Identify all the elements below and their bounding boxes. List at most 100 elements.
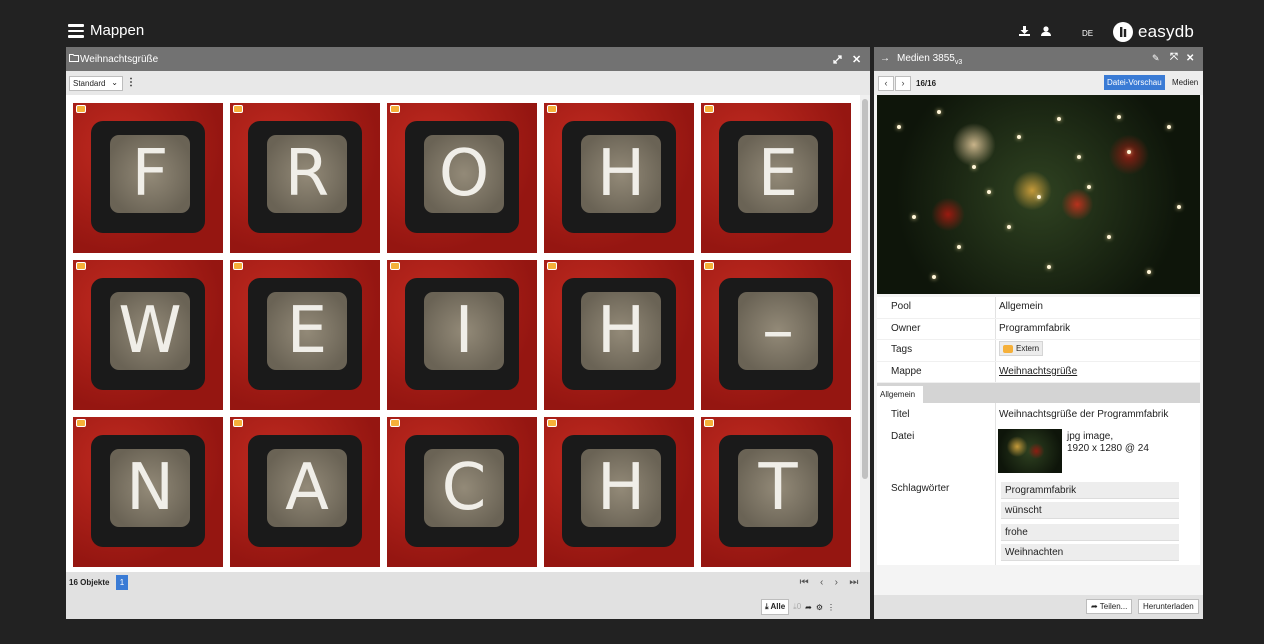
keyword-item: Programmfabrik xyxy=(1001,482,1179,499)
share-icon[interactable]: ➦ xyxy=(805,603,812,612)
extern-tag-icon xyxy=(233,262,243,270)
tab-allgemein[interactable]: Allgemein xyxy=(877,386,923,403)
mappe-link[interactable]: Weihnachtsgrüße xyxy=(999,366,1077,377)
prev-page-icon[interactable]: ‹ xyxy=(820,577,823,588)
extern-tag-icon xyxy=(76,262,86,270)
media-tile[interactable]: C xyxy=(387,417,537,567)
close-icon[interactable]: ✕ xyxy=(852,53,861,66)
detail-navigation: ‹ › 16/16 Datei-Vorschau Medien xyxy=(874,71,1203,95)
share-label: Teilen... xyxy=(1099,602,1128,611)
tile-letter: N xyxy=(126,451,174,525)
download-all-button[interactable]: ⤓ Alle xyxy=(761,599,790,615)
light-sparkle xyxy=(1177,205,1181,209)
extern-tag-icon xyxy=(547,105,557,113)
media-tile[interactable]: T xyxy=(701,417,851,567)
first-page-icon[interactable]: ⏮ xyxy=(800,577,809,588)
page-button[interactable]: 1 xyxy=(116,575,128,590)
owner-label: Owner xyxy=(891,322,921,334)
collection-title: Weihnachtsgrüße xyxy=(80,54,159,65)
footer-actions: ⤓ Alle ⤓0 ➦ ⚙ ⋮ xyxy=(761,599,835,615)
detail-panel: → Medien 3855v3 ✎ ⤧ ✕ ‹ › 16/16 Datei-Vo… xyxy=(874,47,1203,619)
edit-icon[interactable]: ✎ xyxy=(1152,53,1160,64)
image-preview[interactable] xyxy=(877,95,1200,294)
arrow-right-icon[interactable]: → xyxy=(880,53,890,64)
easydb-logo: easydb xyxy=(1112,21,1194,43)
media-tile[interactable]: W xyxy=(73,260,223,410)
tab-media[interactable]: Medien xyxy=(1172,78,1198,87)
collection-footer: 16 Objekte 1 ⏮ ‹ › ⏭ ⤓ Alle ⤓0 ➦ ⚙ ⋮ xyxy=(66,572,870,619)
keyword-item: frohe xyxy=(1001,524,1179,541)
light-sparkle xyxy=(897,125,901,129)
media-tile[interactable]: A xyxy=(230,417,380,567)
tile-letter: A xyxy=(285,451,329,525)
media-tile[interactable]: H xyxy=(544,260,694,410)
extern-tag-icon xyxy=(547,419,557,427)
tile-letter: H xyxy=(596,137,646,211)
prop-row-pool: Pool Allgemein xyxy=(877,297,1200,319)
media-tile[interactable]: E xyxy=(230,260,380,410)
media-tile[interactable]: H xyxy=(544,103,694,253)
light-sparkle xyxy=(1087,185,1091,189)
media-tile[interactable]: – xyxy=(701,260,851,410)
extern-tag-icon xyxy=(704,262,714,270)
fullscreen-icon[interactable]: ⤧ xyxy=(1170,52,1178,63)
media-tile[interactable]: E xyxy=(701,103,851,253)
more-icon[interactable]: ⋮ xyxy=(827,603,835,612)
user-icon[interactable] xyxy=(1041,26,1051,36)
extern-tag-icon xyxy=(390,105,400,113)
media-tile[interactable]: F xyxy=(73,103,223,253)
tile-letter: E xyxy=(757,137,799,211)
light-sparkle xyxy=(1167,125,1171,129)
file-thumbnail[interactable] xyxy=(998,429,1062,473)
scroll-thumb[interactable] xyxy=(862,99,868,479)
tab-file-preview[interactable]: Datei-Vorschau xyxy=(1104,75,1165,90)
hamburger-menu-icon[interactable] xyxy=(68,24,84,38)
last-page-icon[interactable]: ⏭ xyxy=(849,577,858,588)
logo-text: easydb xyxy=(1138,22,1195,41)
keywords-label: Schlagwörter xyxy=(891,483,950,494)
download-all-label: Alle xyxy=(770,602,786,611)
keyword-item: Weihnachten xyxy=(1001,544,1179,561)
prop-row-mappe: Mappe Weihnachtsgrüße xyxy=(877,361,1200,383)
language-switch[interactable]: DE xyxy=(1082,29,1093,38)
extern-tag-icon xyxy=(390,262,400,270)
keycap: H xyxy=(562,278,676,390)
pager: ⏮ ‹ › ⏭ xyxy=(794,574,864,590)
close-icon[interactable]: ✕ xyxy=(1186,53,1194,64)
section-bar xyxy=(877,383,1200,403)
media-tile[interactable]: O xyxy=(387,103,537,253)
pool-label: Pool xyxy=(891,301,912,312)
scrollbar[interactable] xyxy=(860,95,870,615)
version-label: v3 xyxy=(954,59,963,66)
download-selected-button[interactable]: ⤓0 xyxy=(793,602,801,612)
settings-icon[interactable]: ⚙ xyxy=(816,603,823,612)
media-tile[interactable]: H xyxy=(544,417,694,567)
next-button[interactable]: › xyxy=(895,76,911,91)
tile-letter: T xyxy=(758,451,798,525)
extern-tag-icon xyxy=(76,105,86,113)
keycap: E xyxy=(719,121,833,233)
light-sparkle xyxy=(1127,150,1131,154)
share-button[interactable]: ➦ Teilen... xyxy=(1086,599,1133,614)
media-tile[interactable]: N xyxy=(73,417,223,567)
tile-letter: – xyxy=(762,294,794,368)
tag-chip[interactable]: Extern xyxy=(999,341,1044,356)
keycap: F xyxy=(91,121,205,233)
collection-header: Weihnachtsgrüße ✕ xyxy=(66,47,870,71)
more-options-icon[interactable]: ⋮ xyxy=(126,77,136,88)
view-select[interactable]: Standard ⌄ xyxy=(69,76,123,91)
light-sparkle xyxy=(972,165,976,169)
tile-letter: H xyxy=(596,294,646,368)
detail-footer: ➦ Teilen... Herunterladen xyxy=(874,595,1203,619)
expand-icon[interactable] xyxy=(833,55,842,64)
extern-tag-icon xyxy=(704,105,714,113)
prev-button[interactable]: ‹ xyxy=(878,76,894,91)
file-type: jpg image, xyxy=(1067,431,1114,442)
next-page-icon[interactable]: › xyxy=(835,577,838,588)
download-count: 0 xyxy=(796,602,802,611)
chevron-down-icon: ⌄ xyxy=(111,78,118,87)
media-tile[interactable]: I xyxy=(387,260,537,410)
media-tile[interactable]: R xyxy=(230,103,380,253)
download-button[interactable]: Herunterladen xyxy=(1138,599,1199,614)
download-icon[interactable] xyxy=(1019,26,1030,36)
